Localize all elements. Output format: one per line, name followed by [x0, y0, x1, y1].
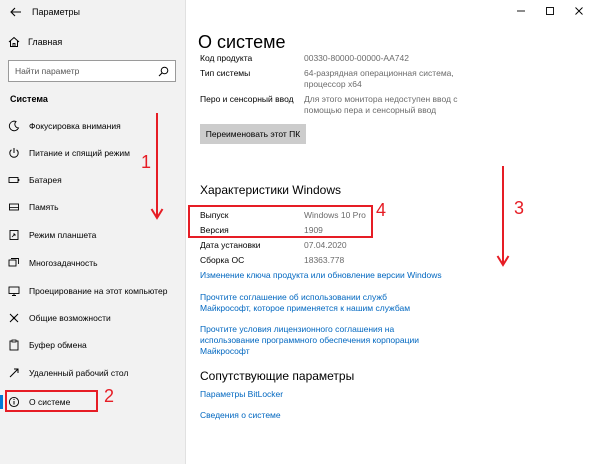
- rename-pc-button[interactable]: Переименовать этот ПК: [200, 124, 306, 144]
- moon-icon: [8, 120, 20, 132]
- maximize-icon: [545, 7, 554, 15]
- spec-label-os-build: Сборка ОС: [200, 255, 245, 265]
- sidebar-item-storage[interactable]: Память: [8, 197, 59, 217]
- annotation-arrow-3: [496, 166, 510, 267]
- clipboard-icon: [8, 339, 20, 351]
- window-controls: [506, 0, 593, 22]
- window-title: Параметры: [32, 7, 80, 17]
- close-icon: [574, 7, 583, 15]
- home-link[interactable]: Главная: [8, 36, 62, 48]
- annotation-number-3: 3: [514, 198, 525, 218]
- sidebar-item-label: Режим планшета: [29, 230, 97, 240]
- spec-value-pen-touch: Для этого монитора недоступен ввод с пом…: [304, 94, 458, 115]
- storage-icon: [8, 201, 20, 213]
- multitasking-icon: [8, 257, 20, 269]
- search-box[interactable]: Найти параметр: [8, 60, 176, 82]
- sidebar-item-multitasking[interactable]: Многозадачность: [8, 253, 98, 273]
- remote-icon: [8, 367, 20, 379]
- minimize-icon: [516, 10, 525, 12]
- change-product-key-link[interactable]: Изменение ключа продукта или обновление …: [200, 270, 450, 281]
- sidebar-item-remote-desktop[interactable]: Удаленный рабочий стол: [8, 363, 128, 383]
- sidebar-item-projection[interactable]: Проецирование на этот компьютер: [8, 281, 167, 301]
- spec-value-os-build: 18363.778: [304, 255, 345, 265]
- sidebar-item-label: Фокусировка внимания: [29, 121, 121, 131]
- page-title: О системе: [198, 32, 286, 52]
- spec-label-install-date: Дата установки: [200, 240, 261, 250]
- search-input[interactable]: Найти параметр: [15, 66, 158, 76]
- tablet-icon: [8, 229, 20, 241]
- sidebar-item-tablet-mode[interactable]: Режим планшета: [8, 225, 96, 245]
- related-settings-title: Сопутствующие параметры: [200, 369, 355, 383]
- windows-specs-title: Характеристики Windows: [200, 183, 341, 197]
- annotation-arrow-1: [150, 113, 164, 220]
- services-agreement-link[interactable]: Прочтите соглашение об использовании слу…: [200, 292, 415, 314]
- maximize-button[interactable]: [535, 0, 564, 22]
- projection-icon: [8, 285, 20, 297]
- home-label: Главная: [28, 37, 63, 47]
- spec-value-system-type: 64-разрядная операционная система, проце…: [304, 68, 454, 89]
- back-button[interactable]: [4, 0, 28, 24]
- minimize-button[interactable]: [506, 0, 535, 22]
- sidebar-item-label: Буфер обмена: [29, 340, 87, 350]
- annotation-number-1: 1: [141, 152, 152, 172]
- shared-icon: [8, 312, 20, 324]
- sidebar-item-label: Питание и спящий режим: [29, 148, 130, 158]
- sidebar-item-label: Проецирование на этот компьютер: [29, 286, 168, 296]
- home-icon: [8, 36, 20, 47]
- spec-label-pen-touch: Перо и сенсорный ввод: [200, 94, 294, 104]
- power-icon: [8, 147, 20, 159]
- title-bar: Параметры: [0, 0, 185, 24]
- sidebar-item-label: Память: [29, 202, 59, 212]
- annotation-number-4: 4: [376, 200, 387, 220]
- sidebar-item-battery[interactable]: Батарея: [8, 170, 62, 190]
- section-title: Система: [10, 94, 48, 104]
- close-button[interactable]: [564, 0, 593, 22]
- annotation-box-edition-version: [188, 205, 373, 238]
- search-icon[interactable]: [158, 66, 169, 77]
- sidebar-item-label: Удаленный рабочий стол: [29, 368, 129, 378]
- sidebar-item-power-sleep[interactable]: Питание и спящий режим: [8, 143, 130, 163]
- license-terms-link[interactable]: Прочтите условия лицензионного соглашени…: [200, 324, 440, 357]
- bitlocker-settings-link[interactable]: Параметры BitLocker: [200, 389, 283, 400]
- spec-label-product-id: Код продукта: [200, 53, 253, 63]
- sidebar-item-label: Батарея: [29, 175, 62, 185]
- back-arrow-icon: [10, 7, 21, 17]
- sidebar-item-clipboard[interactable]: Буфер обмена: [8, 335, 87, 355]
- spec-value-install-date: 07.04.2020: [304, 240, 347, 250]
- sidebar-item-shared-experiences[interactable]: Общие возможности: [8, 308, 111, 328]
- sidebar-item-focus-assist[interactable]: Фокусировка внимания: [8, 116, 121, 136]
- annotation-number-2: 2: [104, 386, 115, 406]
- sidebar-item-label: Многозадачность: [29, 258, 98, 268]
- sidebar-item-label: Общие возможности: [29, 313, 111, 323]
- spec-label-system-type: Тип системы: [200, 68, 251, 78]
- annotation-box-about: [5, 390, 98, 412]
- battery-icon: [8, 174, 20, 186]
- spec-value-product-id: 00330-80000-00000-AA742: [304, 53, 409, 63]
- system-info-link[interactable]: Сведения о системе: [200, 410, 281, 421]
